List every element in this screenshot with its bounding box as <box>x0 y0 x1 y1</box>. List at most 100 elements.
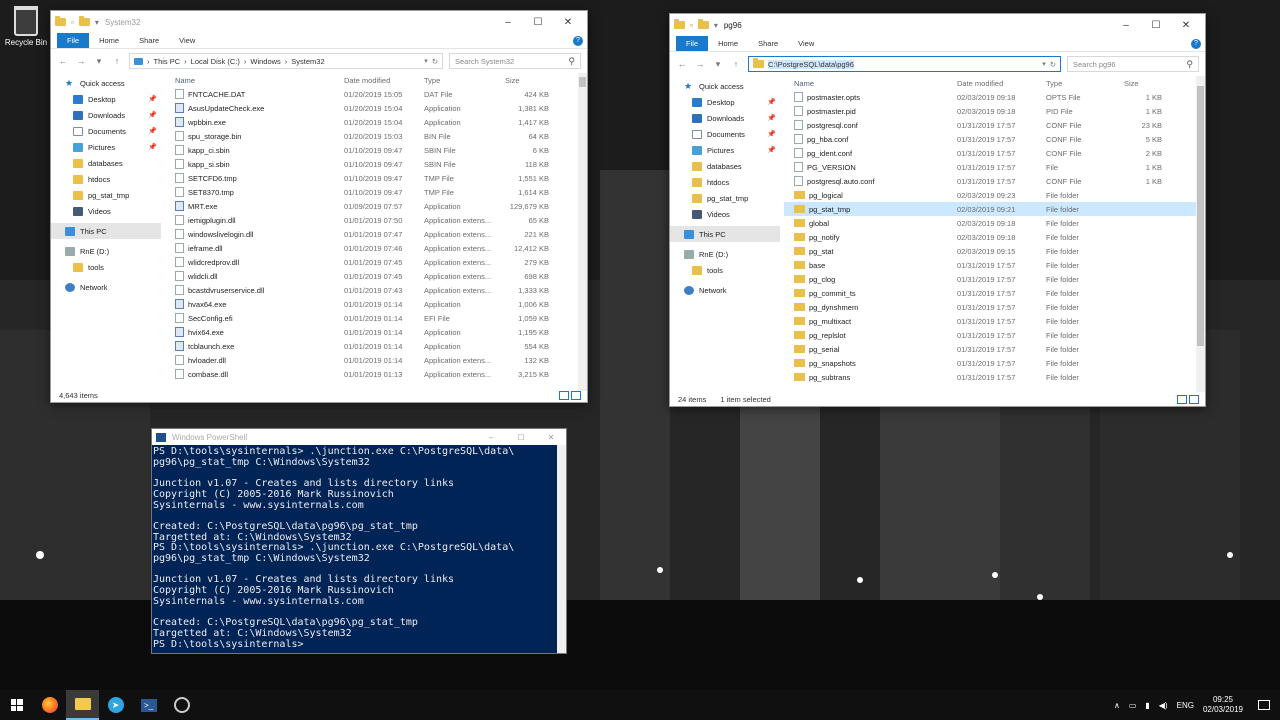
tab-share[interactable]: Share <box>748 36 788 51</box>
file-row[interactable]: kapp_ci.sbin 01/10/2019 09:47 SBIN File 6 K… <box>171 143 587 157</box>
refresh-icon[interactable]: ↻ <box>1050 60 1056 69</box>
file-row[interactable]: postmaster.opts 02/03/2019 09:18 OPTS File… <box>784 90 1205 104</box>
start-button[interactable] <box>0 690 33 720</box>
chevron-down-icon[interactable]: ▾ <box>95 18 99 27</box>
title-bar[interactable]: Windows PowerShell – ☐ ✕ <box>152 429 566 445</box>
file-row[interactable]: wpbbin.exe 01/20/2019 15:04 Application 1,4… <box>171 115 587 129</box>
nav-item[interactable]: tools <box>51 259 161 275</box>
tab-file[interactable]: File <box>676 36 709 51</box>
file-row[interactable]: pg_hba.conf 01/31/2019 17:57 CONF File 5 KB <box>784 132 1205 146</box>
close-button[interactable]: ✕ <box>536 433 566 442</box>
maximize-button[interactable]: ☐ <box>506 433 536 442</box>
recycle-bin[interactable]: Recycle Bin <box>4 6 48 47</box>
nav-item[interactable]: This PC <box>670 226 780 242</box>
file-row[interactable]: pg_notify 02/03/2019 09:18 File folder <box>784 230 1205 244</box>
vertical-scrollbar[interactable] <box>578 73 587 391</box>
details-view-icon[interactable] <box>559 390 569 400</box>
nav-item[interactable]: Pictures 📌 <box>670 142 780 158</box>
language-indicator[interactable]: ENG <box>1177 701 1194 710</box>
file-row[interactable]: pg_replslot 01/31/2019 17:57 File folder <box>784 328 1205 342</box>
address-text[interactable]: C:\PostgreSQL\data\pg96 <box>768 59 854 69</box>
file-row[interactable]: kapp_si.sbin 01/10/2019 09:47 SBIN File 118… <box>171 157 587 171</box>
nav-item[interactable]: databases <box>670 158 780 174</box>
nav-item[interactable]: Downloads 📌 <box>670 110 780 126</box>
properties-icon[interactable]: ▫ <box>690 21 693 30</box>
minimize-button[interactable]: – <box>493 17 523 28</box>
vertical-scrollbar[interactable] <box>557 445 566 653</box>
file-row[interactable]: pg_ident.conf 01/31/2019 17:57 CONF File 2 … <box>784 146 1205 160</box>
file-row[interactable]: postmaster.pid 02/03/2019 09:18 PID File 1 … <box>784 104 1205 118</box>
tab-home[interactable]: Home <box>89 33 129 48</box>
file-row[interactable]: pg_dynshmem 01/31/2019 17:57 File folder <box>784 300 1205 314</box>
tab-view[interactable]: View <box>169 33 205 48</box>
nav-item[interactable]: Downloads 📌 <box>51 107 161 123</box>
column-date-modified[interactable]: Date modified <box>344 76 424 85</box>
column-type[interactable]: Type <box>424 76 499 85</box>
chevron-down-icon[interactable]: ▾ <box>1042 60 1046 68</box>
file-row[interactable]: pg_stat 02/03/2019 09:15 File folder <box>784 244 1205 258</box>
taskbar-firefox[interactable] <box>33 690 66 720</box>
title-bar[interactable]: ▫ ▾ pg96 – ☐ ✕ <box>670 14 1205 36</box>
nav-item[interactable]: Network <box>51 279 161 295</box>
explorer-window-pg96[interactable]: ▫ ▾ pg96 – ☐ ✕ File Home Share View ? ← … <box>669 13 1206 407</box>
file-row[interactable]: base 01/31/2019 17:57 File folder <box>784 258 1205 272</box>
taskbar-explorer[interactable] <box>66 690 99 720</box>
taskbar-telegram[interactable]: ➤ <box>99 690 132 720</box>
nav-item[interactable]: Desktop 📌 <box>51 91 161 107</box>
nav-item[interactable]: This PC <box>51 223 161 239</box>
file-row[interactable]: postgresql.auto.conf 01/31/2019 17:57 CONF… <box>784 174 1205 188</box>
address-bar[interactable]: C:\PostgreSQL\data\pg96 ▾ ↻ <box>748 56 1061 72</box>
nav-item[interactable]: Pictures 📌 <box>51 139 161 155</box>
volume-icon[interactable]: ◀) <box>1159 701 1168 710</box>
file-row[interactable]: wlidcli.dll 01/01/2019 07:45 Application e… <box>171 269 587 283</box>
breadcrumb-this-pc[interactable]: This PC <box>154 57 181 66</box>
chevron-down-icon[interactable]: ▾ <box>714 21 718 30</box>
nav-item[interactable]: Videos <box>670 206 780 222</box>
file-row[interactable]: combase.dll 01/01/2019 01:13 Application e… <box>171 367 587 381</box>
search-input[interactable]: Search System32 ⚲ <box>449 53 581 69</box>
file-row[interactable]: spu_storage.bin 01/20/2019 15:03 BIN File 6… <box>171 129 587 143</box>
nav-item[interactable]: htdocs <box>51 171 161 187</box>
nav-item[interactable]: Desktop 📌 <box>670 94 780 110</box>
clock[interactable]: 09:25 02/03/2019 <box>1203 695 1243 715</box>
forward-icon[interactable]: → <box>75 56 87 66</box>
file-row[interactable]: pg_stat_tmp 02/03/2019 09:21 File folder <box>784 202 1205 216</box>
file-row[interactable]: AsusUpdateCheck.exe 01/20/2019 15:04 Appli… <box>171 101 587 115</box>
file-row[interactable]: pg_snapshots 01/31/2019 17:57 File folder <box>784 356 1205 370</box>
new-folder-icon[interactable] <box>697 19 709 29</box>
file-row[interactable]: SecConfig.efi 01/01/2019 01:14 EFI File 1,0… <box>171 311 587 325</box>
help-icon[interactable]: ? <box>573 35 583 46</box>
nav-item[interactable]: ★ Quick access <box>51 75 161 91</box>
recent-locations-icon[interactable]: ▾ <box>93 56 105 67</box>
vertical-scrollbar[interactable] <box>1196 76 1205 392</box>
minimize-button[interactable]: – <box>1111 20 1141 31</box>
explorer-window-system32[interactable]: ▫ ▾ System32 – ☐ ✕ File Home Share View … <box>50 10 588 403</box>
notifications-icon[interactable] <box>1258 700 1270 710</box>
column-name[interactable]: Name <box>784 79 957 88</box>
tab-share[interactable]: Share <box>129 33 169 48</box>
column-size[interactable]: Size <box>499 76 549 85</box>
file-row[interactable]: pg_clog 01/31/2019 17:57 File folder <box>784 272 1205 286</box>
taskbar-settings[interactable] <box>165 690 198 720</box>
help-icon[interactable]: ? <box>1191 38 1201 49</box>
taskbar-powershell[interactable]: >_ <box>132 690 165 720</box>
address-bar[interactable]: › This PC › Local Disk (C:) › Windows › … <box>129 53 443 69</box>
new-folder-icon[interactable] <box>78 16 90 26</box>
file-row[interactable]: pg_serial 01/31/2019 17:57 File folder <box>784 342 1205 356</box>
forward-icon[interactable]: → <box>694 59 706 69</box>
file-row[interactable]: PG_VERSION 01/31/2019 17:57 File 1 KB <box>784 160 1205 174</box>
column-size[interactable]: Size <box>1124 79 1174 88</box>
file-row[interactable]: tcblaunch.exe 01/01/2019 01:14 Application… <box>171 339 587 353</box>
file-row[interactable]: FNTCACHE.DAT 01/20/2019 15:05 DAT File 424 … <box>171 87 587 101</box>
file-row[interactable]: iemigplugin.dll 01/01/2019 07:50 Applicati… <box>171 213 587 227</box>
file-row[interactable]: pg_subtrans 01/31/2019 17:57 File folder <box>784 370 1205 384</box>
nav-item[interactable]: pg_stat_tmp <box>670 190 780 206</box>
nav-item[interactable]: ★ Quick access <box>670 78 780 94</box>
file-row[interactable]: pg_multixact 01/31/2019 17:57 File folder <box>784 314 1205 328</box>
nav-item[interactable]: RnE (D:) <box>670 246 780 262</box>
file-row[interactable]: MRT.exe 01/09/2019 07:57 Application 129,67… <box>171 199 587 213</box>
chevron-up-icon[interactable]: ∧ <box>1114 701 1120 710</box>
file-row[interactable]: SETCFD6.tmp 01/10/2019 09:47 TMP File 1,551… <box>171 171 587 185</box>
nav-item[interactable]: Documents 📌 <box>51 123 161 139</box>
network-icon[interactable]: ▭ <box>1129 701 1137 710</box>
